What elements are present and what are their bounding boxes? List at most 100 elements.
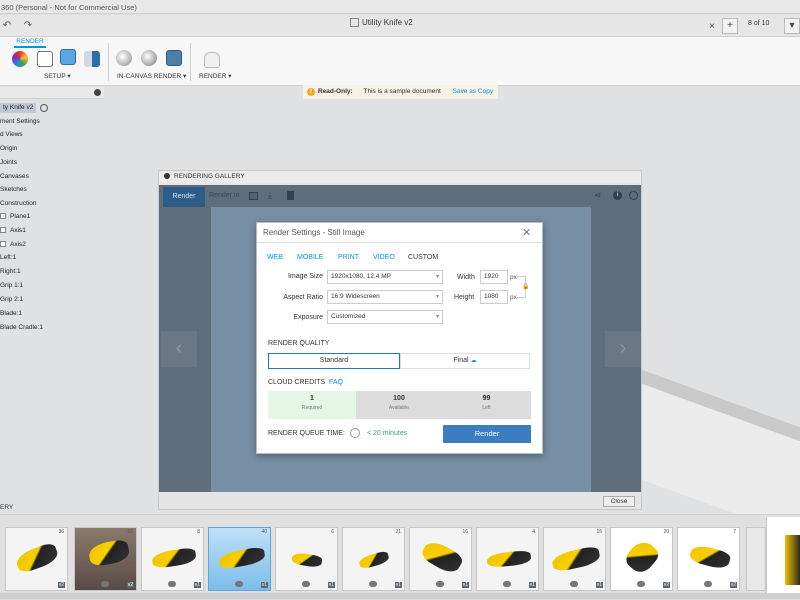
- browser-item[interactable]: Origin: [0, 144, 17, 154]
- visibility-checkbox[interactable]: [0, 213, 6, 220]
- redo-icon[interactable]: ↷: [22, 20, 34, 32]
- capture-image-icon[interactable]: [166, 50, 182, 66]
- render-queue-time-label: RENDER QUEUE TIME:: [268, 430, 345, 437]
- browser-item[interactable]: Blade:1: [0, 309, 22, 319]
- save-as-copy-link[interactable]: Save as Copy: [453, 88, 493, 95]
- new-tab-button[interactable]: +: [722, 18, 738, 34]
- visibility-checkbox[interactable]: [0, 241, 6, 248]
- in-canvas-render-group-label[interactable]: IN-CANVAS RENDER ▾: [117, 72, 186, 80]
- activate-radio-icon[interactable]: [40, 104, 48, 112]
- gallery-render-button[interactable]: Render: [163, 187, 205, 207]
- browser-root-item[interactable]: ty Knife v2: [0, 103, 37, 113]
- render-thumbnail[interactable]: 20 v2: [610, 527, 673, 591]
- in-canvas-render-icon[interactable]: [116, 50, 132, 66]
- share-icon[interactable]: ⋖: [594, 190, 602, 201]
- browser-item[interactable]: Construction: [0, 199, 37, 209]
- render-thumbnail[interactable]: 62 v2: [74, 527, 137, 591]
- tab-web[interactable]: WEB: [267, 254, 283, 261]
- browser-item[interactable]: Right:1: [0, 267, 21, 277]
- browser-item[interactable]: Plane1: [0, 212, 30, 222]
- knife-image: [357, 550, 391, 570]
- render-thumbnail[interactable]: 8 v1: [141, 527, 204, 591]
- close-tab-icon[interactable]: ×: [706, 21, 718, 33]
- browser-item[interactable]: Joints: [0, 158, 17, 168]
- tab-custom[interactable]: CUSTOM: [408, 254, 438, 261]
- aspect-ratio-label: Aspect Ratio: [283, 294, 323, 301]
- render-thumbnail[interactable]: 4 v1: [476, 527, 539, 591]
- browser-item[interactable]: ment Settings: [0, 117, 40, 127]
- setup-group-label[interactable]: SETUP ▾: [44, 72, 71, 80]
- cloud-icon: [503, 581, 511, 587]
- render-thumbnail[interactable]: 40 v1: [208, 527, 271, 591]
- previous-arrow-icon[interactable]: ‹: [161, 331, 197, 367]
- ribbon-toolbar: RENDER SETUP ▾ IN-CANVAS RENDER ▾ RENDER…: [0, 37, 800, 86]
- image-icon[interactable]: [249, 192, 258, 200]
- render-thumbnail[interactable]: 21 v1: [342, 527, 405, 591]
- cloud-render-icon[interactable]: [204, 52, 220, 68]
- render-thumbnail[interactable]: 7 v2: [677, 527, 740, 591]
- read-only-label: Read-Only:: [318, 88, 353, 95]
- gallery-close-button[interactable]: Close: [603, 496, 635, 507]
- render-settings-icon[interactable]: [141, 50, 157, 66]
- browser-item[interactable]: Axis2: [0, 240, 26, 250]
- height-input[interactable]: 1080: [480, 290, 508, 304]
- undo-icon[interactable]: ↶: [1, 20, 13, 32]
- aspect-ratio-select[interactable]: 16:9 Widescreen ▾: [327, 290, 443, 304]
- browser-item[interactable]: Left:1: [0, 253, 16, 263]
- lock-icon[interactable]: 🔒: [522, 283, 529, 290]
- browser-item[interactable]: Canvases: [0, 172, 29, 182]
- texture-map-icon[interactable]: [60, 49, 76, 65]
- document-tab[interactable]: Utility Knife v2: [350, 18, 413, 28]
- gallery-toolbar: Render Render in ⤓ ⋖ i: [163, 187, 638, 207]
- credits-available-label: Available: [388, 405, 410, 411]
- render-group-label[interactable]: RENDER ▾: [199, 72, 232, 80]
- credits-available: 100 Available: [356, 391, 442, 419]
- panel-toggle-icon[interactable]: [94, 89, 101, 96]
- download-icon[interactable]: ⤓: [268, 190, 272, 201]
- credits-left: 99 Left: [442, 391, 531, 419]
- quality-final-button[interactable]: Final ☁: [400, 353, 530, 369]
- render-thumbnail-partial[interactable]: [746, 527, 766, 591]
- scene-settings-icon[interactable]: [37, 51, 53, 67]
- browser-item[interactable]: Grip 1:1: [0, 281, 23, 291]
- knife-image: [87, 538, 131, 568]
- tab-print[interactable]: PRINT: [338, 254, 359, 261]
- render-thumbnail[interactable]: 16 v1: [409, 527, 472, 591]
- tab-menu-button[interactable]: ▾: [784, 18, 800, 34]
- exposure-select[interactable]: Customized ▾: [327, 310, 443, 324]
- visibility-checkbox[interactable]: [0, 227, 6, 234]
- info-icon[interactable]: i: [613, 191, 622, 200]
- thumbnail-version: v1: [528, 582, 536, 588]
- faq-link[interactable]: FAQ: [329, 379, 343, 386]
- browser-item[interactable]: d Views: [0, 130, 23, 140]
- tab-video[interactable]: VIDEO: [373, 254, 395, 261]
- browser-item[interactable]: Sketches: [0, 185, 27, 195]
- trash-icon[interactable]: [287, 191, 294, 200]
- appearance-icon[interactable]: [12, 51, 28, 67]
- settings-icon[interactable]: [629, 191, 638, 200]
- thumbnail-count: 7: [733, 529, 736, 535]
- decal-icon[interactable]: [84, 51, 100, 67]
- knife-image: [622, 537, 662, 577]
- film-strip-scrollbar[interactable]: [0, 593, 800, 599]
- render-button[interactable]: Render: [443, 425, 531, 443]
- image-size-select[interactable]: 1920x1080, 12.4 MP ▾: [327, 270, 443, 284]
- width-input[interactable]: 1920: [480, 270, 508, 284]
- browser-item-label: Grip 1:1: [0, 282, 24, 289]
- cloud-icon: [168, 581, 176, 587]
- next-arrow-icon[interactable]: ›: [605, 331, 641, 367]
- render-thumbnail[interactable]: 36 v2: [5, 527, 68, 591]
- panel-toggle-icon[interactable]: [164, 173, 170, 180]
- browser-item[interactable]: Axis1: [0, 226, 26, 236]
- cloud-icon: ☁: [470, 358, 477, 364]
- tab-render[interactable]: RENDER: [14, 37, 46, 48]
- thumbnail-count: 6: [331, 529, 334, 535]
- close-icon[interactable]: ✕: [522, 226, 531, 239]
- tab-mobile[interactable]: MOBILE: [297, 254, 323, 261]
- render-thumbnail[interactable]: 15 v1: [543, 527, 606, 591]
- browser-item[interactable]: Blade Cradle:1: [0, 323, 43, 333]
- credits-left-value: 99: [482, 395, 491, 402]
- render-thumbnail[interactable]: 6 v1: [275, 527, 338, 591]
- quality-standard-button[interactable]: Standard: [268, 353, 400, 369]
- browser-item[interactable]: Grip 2:1: [0, 295, 23, 305]
